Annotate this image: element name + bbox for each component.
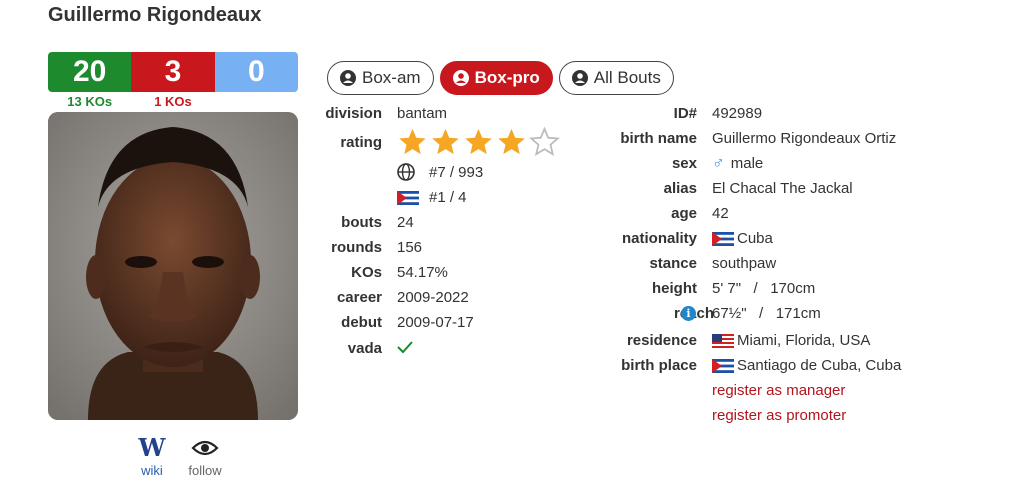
record-tabs: Box-am Box-pro All Bouts xyxy=(327,61,674,95)
user-icon xyxy=(340,70,356,86)
id-label: ID# xyxy=(673,105,697,122)
sex-text: male xyxy=(730,154,764,172)
stance-value: southpaw xyxy=(712,255,777,272)
loss-kos: 1 KOs xyxy=(154,94,192,109)
rating-label: rating xyxy=(340,134,382,151)
follow-link[interactable]: follow xyxy=(180,436,230,478)
star-filled-icon xyxy=(498,128,525,155)
boxer-photo xyxy=(48,112,298,420)
globe-icon xyxy=(397,163,415,181)
eye-icon xyxy=(191,440,219,456)
nationality-label: nationality xyxy=(621,230,697,247)
vada-label: vada xyxy=(347,340,382,357)
stance-label: stance xyxy=(649,255,697,272)
country-rank-value: #1 / 4 xyxy=(429,189,467,206)
age-label: age xyxy=(671,205,697,222)
sex-label: sex xyxy=(671,155,697,172)
birthplace-value: Santiago de Cuba, Cuba xyxy=(712,357,901,374)
world-rank: #7 / 993 xyxy=(397,163,483,181)
info-icon[interactable]: i xyxy=(681,306,696,321)
star-filled-icon xyxy=(432,128,459,155)
country-rank: #1 / 4 xyxy=(397,189,467,206)
cuba-flag-icon xyxy=(712,231,734,246)
alias-label: alias xyxy=(663,180,697,197)
career-value: 2009-2022 xyxy=(397,289,469,306)
division-label: division xyxy=(325,105,382,122)
wiki-link[interactable]: W wiki xyxy=(127,433,177,479)
record-summary: 20 3 0 xyxy=(48,52,298,92)
male-icon: ♂ xyxy=(712,153,725,172)
alias-value: El Chacal The Jackal xyxy=(712,180,853,197)
wins-count: 20 xyxy=(48,52,132,92)
wikipedia-icon: W xyxy=(138,433,166,462)
cuba-flag-icon xyxy=(712,358,734,373)
birthname-value: Guillermo Rigondeaux Ortiz xyxy=(712,130,897,147)
boxer-name: Guillermo Rigondeaux xyxy=(48,4,262,26)
user-icon xyxy=(571,70,588,86)
id-value: 492989 xyxy=(712,105,763,122)
sex-value: ♂ male xyxy=(712,153,763,173)
bouts-label: bouts xyxy=(341,214,382,231)
tab-label: All Bouts xyxy=(593,68,661,87)
tab-box-am[interactable]: Box-am xyxy=(327,61,434,95)
star-filled-icon xyxy=(465,128,492,155)
world-rank-value: #7 / 993 xyxy=(429,163,484,181)
birthplace-text: Santiago de Cuba, Cuba xyxy=(737,357,902,374)
rating-stars xyxy=(397,127,560,157)
height-value: 5' 7" / 170cm xyxy=(712,280,816,297)
win-kos: 13 KOs xyxy=(67,94,113,109)
debut-value: 2009-07-17 xyxy=(397,314,474,331)
losses-count: 3 xyxy=(131,52,215,92)
birthname-label: birth name xyxy=(620,130,697,147)
nationality-value: Cuba xyxy=(712,230,773,247)
cuba-flag-icon xyxy=(397,190,419,205)
ko-row: 13 KOs 1 KOs xyxy=(48,94,298,109)
residence-value: Miami, Florida, USA xyxy=(712,332,870,349)
tab-label: Box-am xyxy=(362,68,421,87)
tab-label: Box-pro xyxy=(474,68,540,87)
tab-all-bouts[interactable]: All Bouts xyxy=(558,61,674,95)
bouts-value: 24 xyxy=(397,214,414,231)
user-icon xyxy=(452,70,469,86)
star-empty-icon xyxy=(529,127,560,156)
vada-value xyxy=(397,340,413,354)
follow-label: follow xyxy=(188,463,222,478)
debut-label: debut xyxy=(341,314,382,331)
division-value: bantam xyxy=(397,105,448,122)
star-filled-icon xyxy=(399,128,426,155)
height-label: height xyxy=(652,280,697,297)
tab-box-pro[interactable]: Box-pro xyxy=(439,61,553,95)
career-label: career xyxy=(336,289,382,306)
kos-value: 54.17% xyxy=(397,264,448,281)
wiki-label: wiki xyxy=(141,463,163,478)
draws-count: 0 xyxy=(214,52,298,92)
reach-value: 67½" / 171cm xyxy=(712,305,821,322)
birthplace-label: birth place xyxy=(621,357,697,374)
register-promoter-link[interactable]: register as promoter xyxy=(712,407,846,424)
register-manager-link[interactable]: register as manager xyxy=(712,382,845,399)
kos-label: KOs xyxy=(351,264,382,281)
age-value: 42 xyxy=(712,205,729,222)
residence-text: Miami, Florida, USA xyxy=(737,332,871,349)
nationality-text: Cuba xyxy=(737,230,773,247)
residence-label: residence xyxy=(626,332,697,349)
rounds-label: rounds xyxy=(331,239,382,256)
usa-flag-icon xyxy=(712,333,734,348)
check-icon xyxy=(397,341,413,354)
rounds-value: 156 xyxy=(397,239,423,256)
